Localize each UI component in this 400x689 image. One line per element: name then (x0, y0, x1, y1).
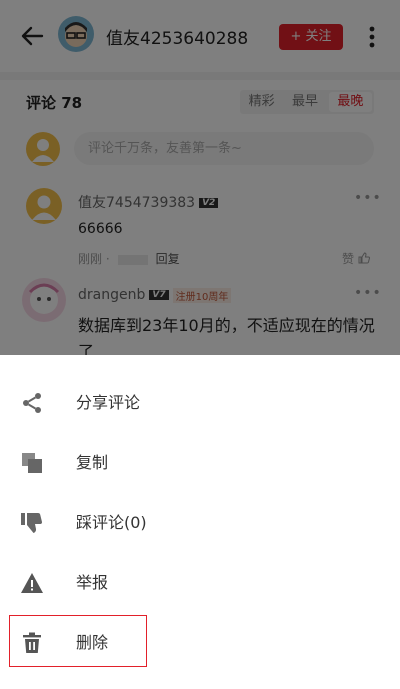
copy-icon (22, 453, 42, 473)
menu-label: 踩评论(0) (76, 513, 147, 532)
copy-item[interactable]: 复制 (0, 433, 400, 493)
report-item[interactable]: 举报 (0, 553, 400, 613)
share-icon (23, 393, 41, 413)
share-comment-item[interactable]: 分享评论 (0, 373, 400, 433)
thumbs-down-icon (21, 513, 43, 533)
delete-highlight-box (9, 615, 147, 667)
menu-label: 复制 (76, 453, 109, 472)
menu-label: 分享评论 (76, 393, 141, 412)
warning-icon (21, 573, 43, 593)
menu-label: 举报 (76, 573, 109, 592)
dislike-comment-item[interactable]: 踩评论(0) (0, 493, 400, 553)
comment-action-sheet: 分享评论 复制 踩评论(0) 举报 删除 (0, 355, 400, 689)
